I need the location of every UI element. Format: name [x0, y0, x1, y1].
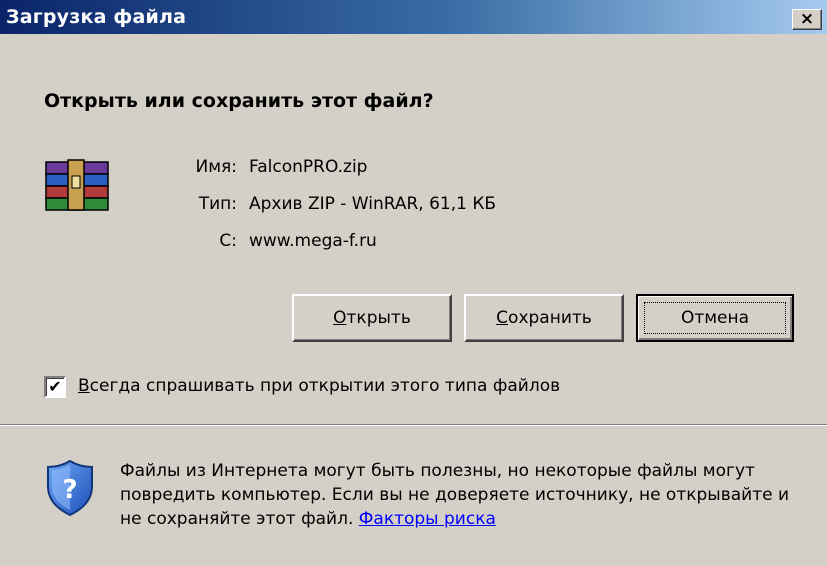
name-value: FalconPRO.zip	[249, 157, 368, 177]
name-label: Имя:	[195, 157, 238, 177]
type-label: Тип:	[198, 194, 237, 214]
focus-rectangle	[644, 302, 786, 334]
security-shield-icon: ?	[47, 459, 93, 517]
open-button[interactable]: Открыть	[292, 294, 452, 342]
type-value: Архив ZIP - WinRAR, 61,1 КБ	[249, 194, 497, 214]
close-button[interactable]: ×	[792, 9, 822, 30]
winrar-archive-icon	[45, 159, 109, 211]
close-icon: ×	[799, 9, 815, 29]
open-button-label: Открыть	[333, 308, 411, 328]
always-ask-checkbox[interactable]: ✔	[44, 376, 66, 398]
security-warning-text: Файлы из Интернета могут быть полезны, н…	[120, 459, 810, 531]
always-ask-label[interactable]: Всегда спрашивать при открытии этого тип…	[78, 376, 560, 396]
source-label: С:	[219, 231, 237, 251]
risk-factors-link[interactable]: Факторы риска	[359, 509, 496, 529]
title-bar[interactable]: Загрузка файла ×	[0, 0, 827, 34]
checkmark-icon: ✔	[48, 377, 62, 396]
save-button[interactable]: Сохранить	[464, 294, 624, 342]
divider-highlight	[0, 425, 827, 426]
cancel-button[interactable]: Отмена	[636, 294, 794, 342]
source-value: www.mega-f.ru	[249, 231, 377, 251]
save-button-label: Сохранить	[496, 308, 592, 328]
window-title: Загрузка файла	[6, 6, 187, 28]
svg-text:?: ?	[62, 475, 77, 505]
dialog-heading: Открыть или сохранить этот файл?	[44, 90, 434, 112]
